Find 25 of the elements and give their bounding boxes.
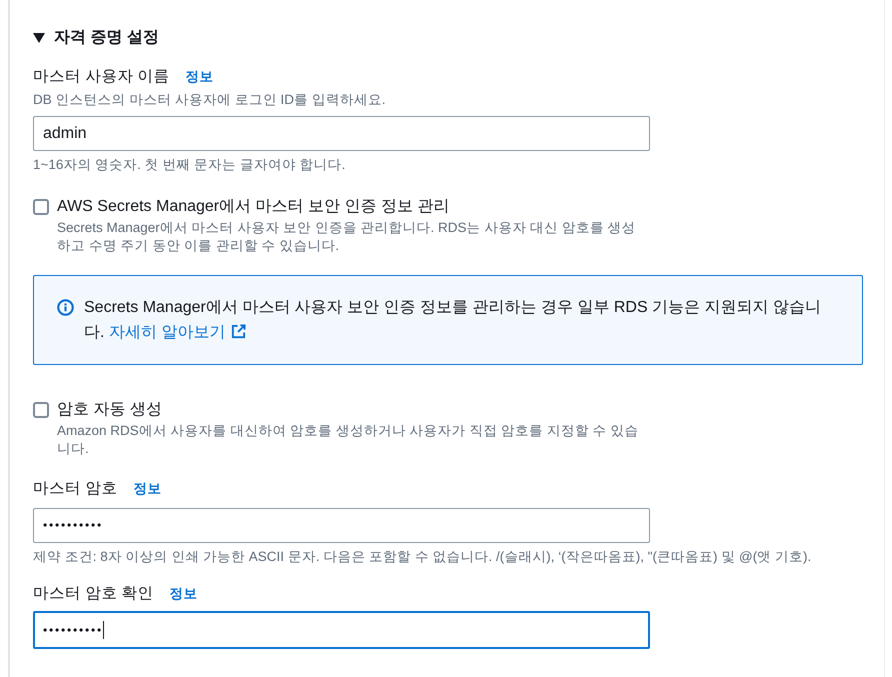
checkbox[interactable] — [33, 402, 49, 418]
field-constraint: 제약 조건: 8자 이상의 인쇄 가능한 ASCII 문자. 다음은 포함할 수 없습니다. /(슬래시), ‘(작은따옴표), "(큰따옴표) 및 @(앳 기호). — [33, 549, 812, 565]
section-title[interactable]: 자격 증명 설정 — [54, 27, 159, 49]
info-link[interactable]: 정보 — [186, 66, 214, 88]
info-icon — [57, 299, 74, 316]
checkbox-label: 암호 자동 생성 — [57, 400, 162, 420]
field-label: 마스터 암호 확인 — [33, 584, 154, 604]
text-caret-icon — [103, 621, 104, 639]
password-input[interactable]: •••••••••• — [33, 611, 650, 649]
password-input[interactable]: •••••••••• — [33, 508, 650, 543]
text-input[interactable]: admin — [33, 116, 650, 151]
alert-message: Secrets Manager에서 마스터 사용자 보안 인증 정보를 관리하는 경우 일부 RDS 기능은 지원되지 않습니다. 자세히 알아보기 — [84, 298, 822, 343]
field-description: DB 인스턴스의 마스터 사용자에 로그인 ID를 입력하세요. — [33, 92, 386, 108]
checkbox-description: Secrets Manager에서 마스터 사용자 보안 인증을 관리합니다. RDS는 사용자 대신 암호를 생성하고 수명 주기 동안 이를 관리할 수 있습니다. — [57, 219, 637, 255]
checkbox-description: Amazon RDS에서 사용자를 대신하여 암호를 생성하거나 사용자가 직접 암호를 지정할 수 있습니다. — [57, 422, 640, 458]
field-constraint: 1~16자의 영숫자. 첫 번째 문자는 글자여야 합니다. — [33, 157, 346, 173]
info-link[interactable]: 정보 — [170, 583, 198, 605]
field-label: 마스터 사용자 이름 — [33, 67, 170, 87]
external-link-icon — [231, 324, 246, 339]
field-label: 마스터 암호 — [33, 479, 118, 499]
checkbox-label: AWS Secrets Manager에서 마스터 보안 인증 정보 관리 — [57, 197, 450, 217]
info-link[interactable]: 정보 — [133, 478, 162, 500]
checkbox[interactable] — [33, 199, 49, 215]
caret-down-icon[interactable] — [33, 33, 45, 43]
learn-more-link[interactable]: 자세히 알아보기 — [108, 324, 246, 341]
